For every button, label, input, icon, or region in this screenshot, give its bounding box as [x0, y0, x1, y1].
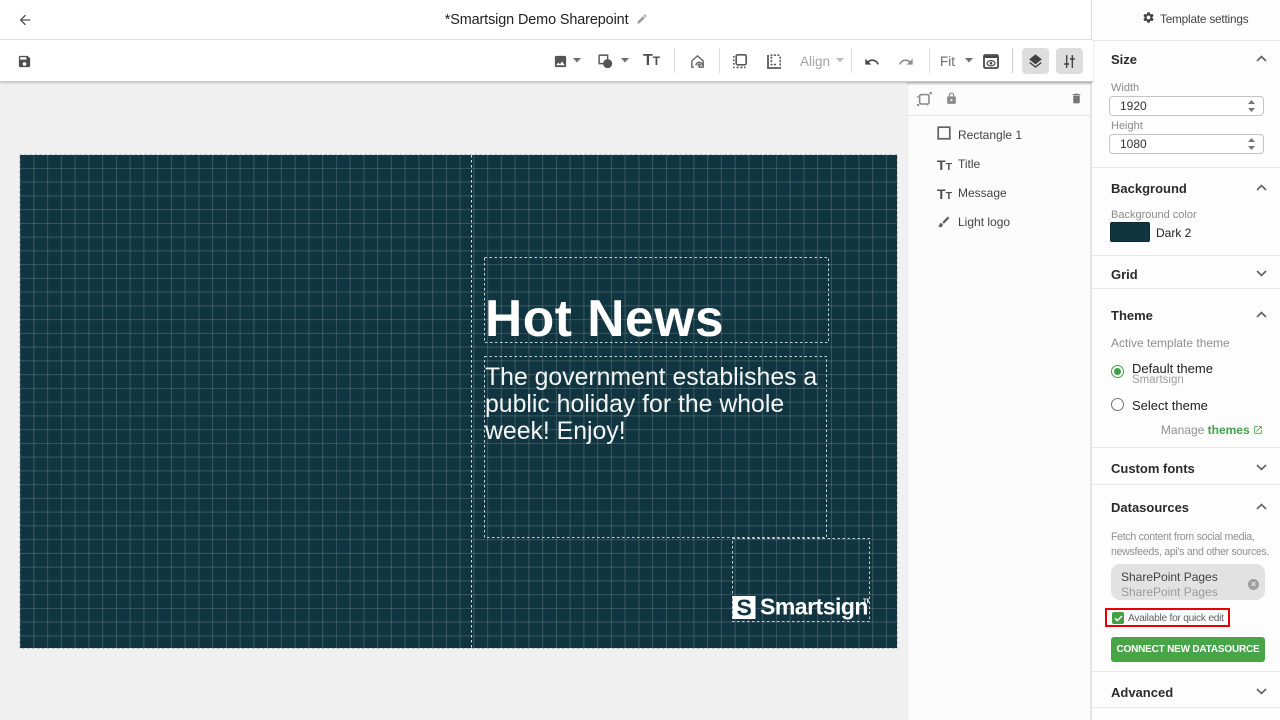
svg-text:Smartsign: Smartsign — [760, 595, 868, 620]
svg-text:S: S — [737, 595, 752, 620]
svg-text:TM: TM — [863, 599, 869, 605]
